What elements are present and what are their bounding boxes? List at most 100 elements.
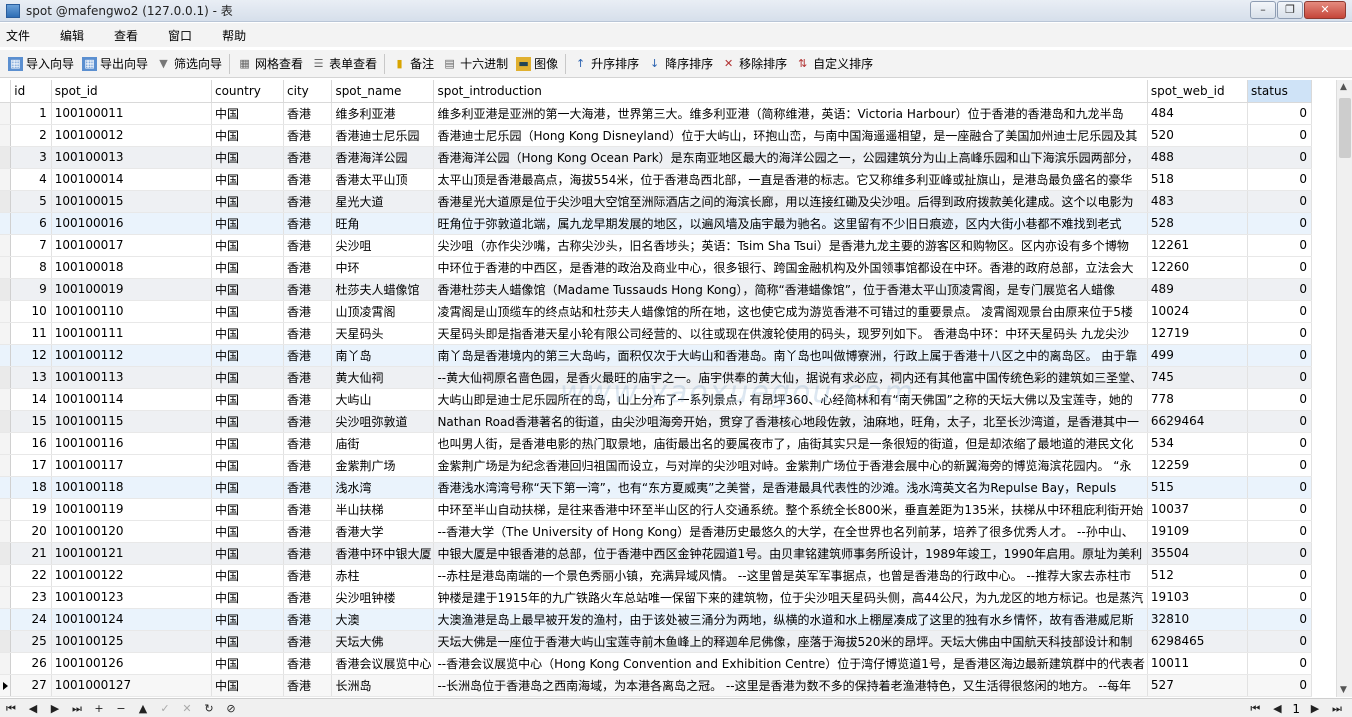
- column-header-status[interactable]: status: [1247, 80, 1312, 103]
- cell-status[interactable]: 0: [1247, 564, 1312, 587]
- cell-spot-introduction[interactable]: 中环至半山自动扶梯，是往来香港中环至半山区的行人交通系统。整个系统全长800米，…: [433, 498, 1148, 521]
- edit-record-icon[interactable]: ▲: [132, 700, 154, 717]
- cell-spot-introduction[interactable]: 香港星光大道原是位于尖沙咀大空馆至洲际酒店之间的海滨长廊，用以连接红磡及尖沙咀。…: [433, 190, 1148, 213]
- row-header[interactable]: [0, 212, 12, 235]
- row-header[interactable]: [0, 146, 12, 169]
- cell-spot-id[interactable]: 100100019: [51, 278, 212, 301]
- row-header[interactable]: [0, 564, 12, 587]
- cell-status[interactable]: 0: [1247, 102, 1312, 125]
- table-row[interactable]: 23 100100123 中国 香港 尖沙咀钟楼 钟楼是建于1915年的九广铁路火车总站唯…: [0, 586, 1312, 609]
- row-header[interactable]: [0, 344, 12, 367]
- cell-id[interactable]: 23: [10, 586, 52, 609]
- table-row[interactable]: 13 100100113 中国 香港 黄大仙祠 --黄大仙祠原名啬色园，是香火最旺的庙宇之…: [0, 366, 1312, 389]
- next-page-icon[interactable]: ▶: [1304, 700, 1326, 717]
- cell-status[interactable]: 0: [1247, 608, 1312, 631]
- table-row[interactable]: 22 100100122 中国 香港 赤柱 --赤柱是港岛南端的一个景色秀丽小镇，充满异域…: [0, 564, 1312, 587]
- cell-spot-web-id[interactable]: 489: [1147, 278, 1248, 301]
- table-row[interactable]: 26 100100126 中国 香港 香港会议展览中心 --香港会议展览中心（Hong K…: [0, 652, 1312, 675]
- row-header[interactable]: [0, 278, 12, 301]
- cell-status[interactable]: 0: [1247, 146, 1312, 169]
- table-row[interactable]: 8 100100018 中国 香港 中环 中环位于香港的中西区，是香港的政治及商业中心，很…: [0, 256, 1312, 279]
- row-header[interactable]: [0, 674, 12, 697]
- cell-city[interactable]: 香港: [283, 564, 333, 587]
- cell-status[interactable]: 0: [1247, 388, 1312, 411]
- cell-id[interactable]: 11: [10, 322, 52, 345]
- cell-id[interactable]: 6: [10, 212, 52, 235]
- grid-view-button[interactable]: ▦ 网格查看: [233, 53, 307, 75]
- cell-country[interactable]: 中国: [211, 344, 285, 367]
- cell-country[interactable]: 中国: [211, 608, 285, 631]
- last-record-icon[interactable]: ⏭: [66, 700, 88, 717]
- cell-spot-id[interactable]: 100100118: [51, 476, 212, 499]
- cell-spot-introduction[interactable]: --黄大仙祠原名啬色园，是香火最旺的庙宇之一。庙宇供奉的黄大仙，据说有求必应，祠…: [433, 366, 1148, 389]
- cell-country[interactable]: 中国: [211, 564, 285, 587]
- cell-id[interactable]: 8: [10, 256, 52, 279]
- cell-country[interactable]: 中国: [211, 542, 285, 565]
- cell-status[interactable]: 0: [1247, 278, 1312, 301]
- column-header-spot-introduction[interactable]: spot_introduction: [433, 80, 1148, 103]
- cell-city[interactable]: 香港: [283, 476, 333, 499]
- cell-id[interactable]: 25: [10, 630, 52, 653]
- cell-city[interactable]: 香港: [283, 586, 333, 609]
- cell-id[interactable]: 17: [10, 454, 52, 477]
- cell-country[interactable]: 中国: [211, 410, 285, 433]
- cell-spot-id[interactable]: 100100013: [51, 146, 212, 169]
- cell-city[interactable]: 香港: [283, 608, 333, 631]
- column-header-spot-id[interactable]: spot_id: [51, 80, 212, 103]
- cell-country[interactable]: 中国: [211, 190, 285, 213]
- cell-spot-name[interactable]: 浅水湾: [331, 476, 435, 499]
- table-row[interactable]: 20 100100120 中国 香港 香港大学 --香港大学（The University…: [0, 520, 1312, 543]
- row-header[interactable]: [0, 630, 12, 653]
- cell-spot-web-id[interactable]: 19103: [1147, 586, 1248, 609]
- cell-spot-id[interactable]: 100100012: [51, 124, 212, 147]
- cell-spot-web-id[interactable]: 520: [1147, 124, 1248, 147]
- cell-status[interactable]: 0: [1247, 674, 1312, 697]
- cell-spot-web-id[interactable]: 778: [1147, 388, 1248, 411]
- table-row[interactable]: 17 100100117 中国 香港 金紫荆广场 金紫荆广场是为纪念香港回归祖国而设立，与…: [0, 454, 1312, 477]
- cell-spot-web-id[interactable]: 19109: [1147, 520, 1248, 543]
- row-header[interactable]: [0, 454, 12, 477]
- cell-id[interactable]: 7: [10, 234, 52, 257]
- cell-spot-web-id[interactable]: 6298465: [1147, 630, 1248, 653]
- cell-city[interactable]: 香港: [283, 454, 333, 477]
- cell-spot-name[interactable]: 山顶凌霄阁: [331, 300, 435, 323]
- cell-spot-id[interactable]: 100100124: [51, 608, 212, 631]
- cell-spot-id[interactable]: 100100110: [51, 300, 212, 323]
- cell-city[interactable]: 香港: [283, 256, 333, 279]
- cell-id[interactable]: 2: [10, 124, 52, 147]
- table-row[interactable]: 5 100100015 中国 香港 星光大道 香港星光大道原是位于尖沙咀大空馆至洲际酒店之…: [0, 190, 1312, 213]
- cell-city[interactable]: 香港: [283, 300, 333, 323]
- cell-id[interactable]: 18: [10, 476, 52, 499]
- custom-sort-button[interactable]: ⇅ 自定义排序: [791, 53, 877, 75]
- cell-spot-name[interactable]: 尖沙咀弥敦道: [331, 410, 435, 433]
- cell-spot-web-id[interactable]: 12261: [1147, 234, 1248, 257]
- cell-city[interactable]: 香港: [283, 322, 333, 345]
- cell-spot-web-id[interactable]: 10024: [1147, 300, 1248, 323]
- last-page-icon[interactable]: ⏭: [1326, 700, 1348, 717]
- cell-spot-id[interactable]: 100100119: [51, 498, 212, 521]
- cell-status[interactable]: 0: [1247, 344, 1312, 367]
- cell-status[interactable]: 0: [1247, 234, 1312, 257]
- row-header[interactable]: [0, 190, 12, 213]
- export-wizard-button[interactable]: ▦ 导出向导: [78, 53, 152, 75]
- cell-city[interactable]: 香港: [283, 410, 333, 433]
- cell-spot-web-id[interactable]: 12259: [1147, 454, 1248, 477]
- cell-status[interactable]: 0: [1247, 190, 1312, 213]
- cell-spot-name[interactable]: 杜莎夫人蜡像馆: [331, 278, 435, 301]
- row-header[interactable]: [0, 432, 12, 455]
- cell-status[interactable]: 0: [1247, 432, 1312, 455]
- delete-record-icon[interactable]: −: [110, 700, 132, 717]
- cell-spot-name[interactable]: 香港海洋公园: [331, 146, 435, 169]
- cell-country[interactable]: 中国: [211, 432, 285, 455]
- cell-spot-introduction[interactable]: 香港浅水湾湾号称“天下第一湾”，也有“东方夏威夷”之美誉，是香港最具代表性的沙滩…: [433, 476, 1148, 499]
- table-row[interactable]: 21 100100121 中国 香港 香港中环中银大厦 中银大厦是中银香港的总部，位于香港…: [0, 542, 1312, 565]
- cell-country[interactable]: 中国: [211, 630, 285, 653]
- refresh-icon[interactable]: ↻: [198, 700, 220, 717]
- cell-spot-web-id[interactable]: 488: [1147, 146, 1248, 169]
- cell-country[interactable]: 中国: [211, 498, 285, 521]
- cell-spot-id[interactable]: 100100111: [51, 322, 212, 345]
- cell-spot-id[interactable]: 100100017: [51, 234, 212, 257]
- cell-spot-introduction[interactable]: 凌霄阁是山顶缆车的终点站和杜莎夫人蜡像馆的所在地，这也使它成为游览香港不可错过的…: [433, 300, 1148, 323]
- cell-spot-web-id[interactable]: 12719: [1147, 322, 1248, 345]
- table-row[interactable]: 25 100100125 中国 香港 天坛大佛 天坛大佛是一座位于香港大屿山宝莲寺前木鱼峰…: [0, 630, 1312, 653]
